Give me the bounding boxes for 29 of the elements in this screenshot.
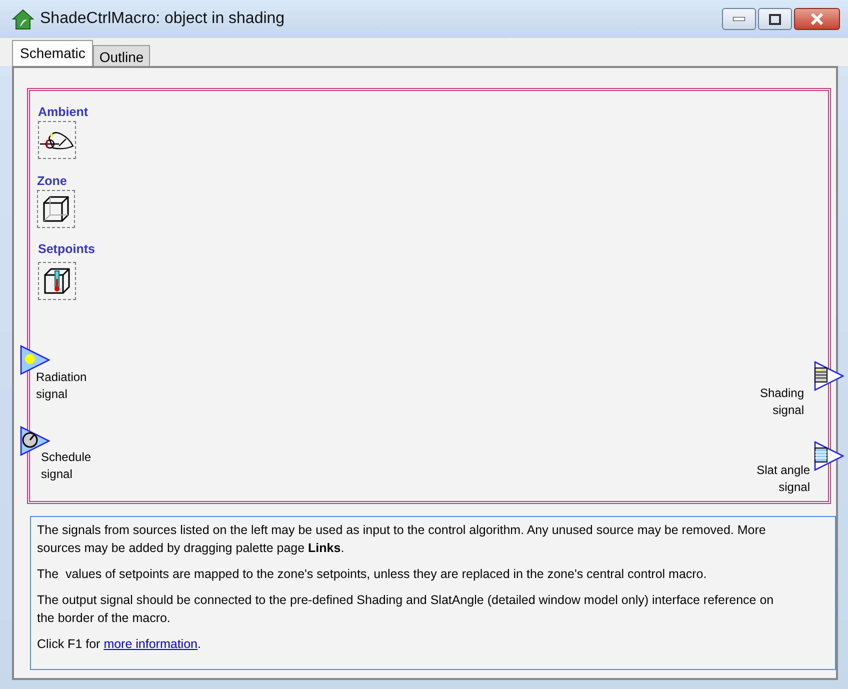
source-node[interactable]: [38, 262, 76, 300]
close-button[interactable]: [794, 8, 840, 30]
signal-label: Shading signal: [758, 385, 804, 419]
thermometer-cube-icon: [43, 267, 71, 295]
minimize-icon: [733, 17, 745, 21]
port-icon[interactable]: [814, 361, 844, 391]
tab[interactable]: Schematic: [12, 40, 94, 66]
info-text: Click F1 for more information.: [37, 636, 202, 653]
source-node[interactable]: [38, 121, 76, 159]
source-label: Zone: [37, 174, 68, 188]
signal-label: Radiation signal: [36, 369, 88, 403]
house-icon: [12, 8, 34, 30]
source-node[interactable]: [37, 190, 75, 228]
tab[interactable]: Outline: [93, 45, 150, 66]
signal-label: Slat angle signal: [756, 462, 810, 496]
close-icon: [810, 13, 824, 25]
minimize-button[interactable]: [722, 8, 756, 30]
signal-label: Schedule signal: [41, 449, 92, 483]
info-text: The signals from sources listed on the left may be used as input to the control algorithm. Any unused source may be removed. More sources may be added by dragging palette page Links.: [37, 522, 767, 557]
maximize-button[interactable]: [758, 8, 792, 30]
source-label: Ambient: [38, 105, 88, 119]
cube-icon: [42, 195, 70, 223]
window-title: ShadeCtrlMacro: object in shading: [40, 10, 286, 28]
port-icon[interactable]: [814, 441, 844, 471]
source-label: Setpoints: [38, 242, 95, 256]
info-text: The output signal should be connected to the pre-defined Shading and SlatAngle (detailed window model only) interface reference on the border of the macro.: [37, 592, 775, 627]
more-info-link[interactable]: more information: [104, 637, 198, 651]
maximize-icon: [769, 14, 781, 24]
info-text: The values of setpoints are mapped to the zone's setpoints, unless they are replaced in the zone's central control macro.: [37, 566, 708, 583]
